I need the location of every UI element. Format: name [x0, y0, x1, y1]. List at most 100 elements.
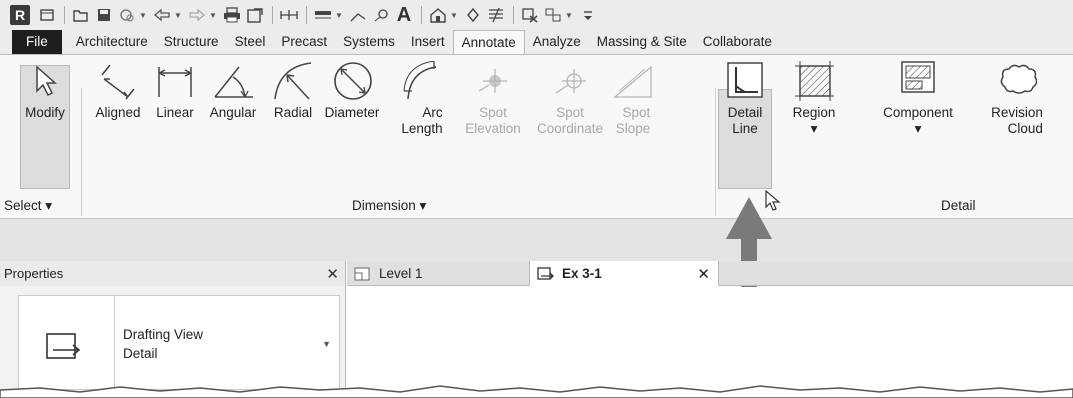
redo-icon[interactable] [186, 4, 208, 26]
radial-dimension-button[interactable]: Radial [266, 61, 320, 121]
thin-lines-icon[interactable] [485, 4, 507, 26]
section-icon[interactable] [462, 4, 484, 26]
arc-length-dimension-button[interactable]: Arc Length [392, 61, 452, 137]
detail-line-label: Detail Line [727, 105, 763, 136]
diameter-label: Diameter [324, 105, 380, 120]
tab-analyze[interactable]: Analyze [525, 30, 589, 54]
customize-toolbar-icon[interactable] [577, 4, 599, 26]
spot-coordinate-label: Spot Coordinate [536, 105, 604, 136]
revision-cloud-button[interactable]: Revision Cloud [982, 61, 1052, 137]
angular-label: Angular [209, 105, 257, 120]
component-button[interactable]: Component ▾ [872, 61, 964, 137]
linear-dimension-button[interactable]: Linear [150, 61, 200, 121]
quick-access-toolbar: R ▼ ▼ ▼ ▼ A ▼ ▼ [0, 0, 1073, 30]
revision-cloud-label: Revision Cloud [991, 105, 1043, 136]
spot-slope-label: Spot Slope [615, 105, 651, 136]
view-tabs: Level 1 Ex 3-1 ✕ [347, 261, 1073, 286]
detail-line-icon [725, 61, 765, 101]
export-icon[interactable] [244, 4, 266, 26]
chevron-down-icon[interactable]: ▼ [209, 11, 218, 20]
tab-file[interactable]: File [12, 30, 62, 54]
aligned-label: Aligned [95, 105, 141, 120]
radial-dimension-icon [273, 61, 313, 101]
separator [306, 6, 307, 24]
floor-plan-icon [354, 267, 370, 280]
tab-insert[interactable]: Insert [403, 30, 453, 54]
aligned-dimension-button[interactable]: Aligned [84, 61, 152, 121]
spot-coordinate-icon [550, 61, 590, 101]
diameter-dimension-icon [332, 61, 372, 101]
angular-dimension-icon [213, 61, 253, 101]
chevron-down-icon[interactable]: ▼ [322, 339, 331, 349]
select-panel-label[interactable]: Select ▾ [4, 198, 52, 214]
cursor-arrow-icon [25, 61, 65, 101]
separator [513, 6, 514, 24]
tab-steel[interactable]: Steel [227, 30, 274, 54]
separator [81, 88, 82, 216]
separator [64, 6, 65, 24]
detail-line-button[interactable]: Detail Line [718, 61, 772, 137]
region-button[interactable]: Region ▾ [784, 61, 844, 137]
measure-icon[interactable] [278, 4, 300, 26]
type-thumbnail [19, 296, 115, 389]
spot-elevation-icon [473, 61, 513, 101]
drafting-view-icon [46, 333, 81, 359]
dimension-panel-label[interactable]: Dimension ▾ [352, 198, 426, 214]
region-label: Region ▾ [792, 105, 836, 136]
chevron-down-icon[interactable]: ▼ [335, 11, 344, 20]
tab-annotate[interactable]: Annotate [452, 30, 525, 54]
spot-coordinate-button[interactable]: Spot Coordinate [532, 61, 608, 137]
tab-ex-3-1-label: Ex 3-1 [562, 266, 602, 281]
radial-label: Radial [273, 105, 313, 120]
undo-icon[interactable] [151, 4, 173, 26]
spot-elevation-label: Spot Elevation [465, 105, 521, 136]
linear-dimension-icon [155, 61, 195, 101]
spot-elevation-button[interactable]: Spot Elevation [462, 61, 524, 137]
properties-title: Properties [4, 266, 64, 281]
tab-precast[interactable]: Precast [273, 30, 335, 54]
tab-structure[interactable]: Structure [156, 30, 227, 54]
default-3d-view-icon[interactable] [427, 4, 449, 26]
chevron-down-icon[interactable]: ▼ [139, 11, 148, 20]
component-label: Component ▾ [883, 105, 953, 136]
tab-collaborate[interactable]: Collaborate [695, 30, 780, 54]
torn-edge [0, 385, 1073, 398]
text-icon[interactable]: A [393, 4, 415, 26]
diameter-dimension-button[interactable]: Diameter [318, 61, 386, 121]
ribbon: Modify Select ▾ Aligned Linear Angular R… [0, 54, 1073, 219]
modify-label: Modify [25, 105, 65, 120]
tag-icon[interactable] [370, 4, 392, 26]
spot-slope-icon [613, 61, 653, 101]
angular-dimension-button[interactable]: Angular [199, 61, 267, 121]
save-icon[interactable] [93, 4, 115, 26]
app-logo[interactable]: R [10, 5, 30, 25]
switch-windows-icon[interactable] [542, 4, 564, 26]
sync-icon[interactable] [116, 4, 138, 26]
detail-panel-label[interactable]: Detail [941, 198, 976, 213]
type-family: Drafting View [123, 327, 204, 342]
aligned-dimension-icon[interactable] [312, 4, 334, 26]
spot-icon[interactable] [347, 4, 369, 26]
tab-systems[interactable]: Systems [335, 30, 403, 54]
region-icon [794, 61, 834, 101]
close-icon[interactable]: ✕ [326, 265, 339, 283]
revision-cloud-icon [997, 61, 1037, 101]
tab-level-1[interactable]: Level 1 [353, 261, 533, 286]
arc-length-icon [402, 61, 442, 101]
chevron-down-icon[interactable]: ▼ [450, 11, 459, 20]
close-icon[interactable]: ✕ [697, 265, 710, 283]
tab-ex-3-1[interactable]: Ex 3-1 ✕ [529, 261, 719, 286]
tab-architecture[interactable]: Architecture [68, 30, 156, 54]
recent-files-icon[interactable] [36, 4, 58, 26]
type-selector[interactable]: Drafting View Detail ▼ [18, 295, 340, 390]
print-icon[interactable] [221, 4, 243, 26]
separator [421, 6, 422, 24]
open-icon[interactable] [70, 4, 92, 26]
spot-slope-button[interactable]: Spot Slope [610, 61, 656, 137]
chevron-down-icon[interactable]: ▼ [174, 11, 183, 20]
chevron-down-icon[interactable]: ▼ [565, 11, 574, 20]
type-name-value: Detail [123, 346, 158, 361]
tab-massing-site[interactable]: Massing & Site [589, 30, 695, 54]
close-hidden-icon[interactable] [519, 4, 541, 26]
modify-button[interactable]: Modify [20, 61, 70, 121]
